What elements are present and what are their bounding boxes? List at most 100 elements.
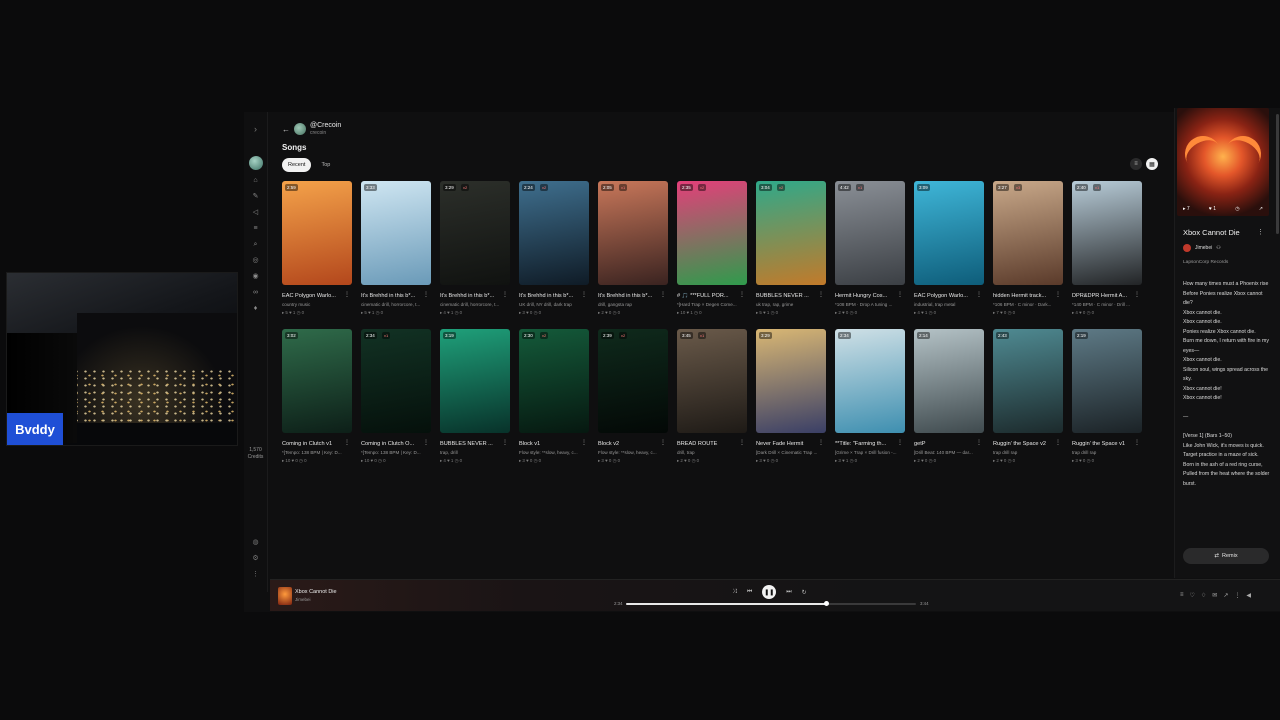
song-title[interactable]: BUBBLES NEVER ... xyxy=(756,293,820,299)
song-cover-art[interactable]: ▸ 7 ♥ 1 ◷ ↗ xyxy=(1177,108,1269,216)
song-thumbnail[interactable]: 2:14 xyxy=(914,329,984,433)
song-title[interactable]: It's Brehhd in this b*... xyxy=(519,293,583,299)
repeat-icon[interactable]: ↻ xyxy=(802,589,807,596)
song-thumbnail[interactable]: 2:59 xyxy=(282,181,352,285)
song-title[interactable]: getP xyxy=(914,441,978,447)
profile-avatar[interactable] xyxy=(294,123,306,135)
song-title[interactable]: Never Fade Hermit xyxy=(756,441,820,447)
more-icon[interactable]: ⋮ xyxy=(1234,592,1240,599)
pause-button[interactable]: ❚❚ xyxy=(762,585,777,599)
list-view-icon[interactable]: ≡ xyxy=(1130,158,1142,170)
tab-recent[interactable]: Recent xyxy=(282,158,312,172)
song-thumbnail[interactable]: 4:42 v1 xyxy=(835,181,905,285)
song-title[interactable]: Block v2 xyxy=(598,441,662,447)
song-card[interactable]: 2:30 v2 Block v1 ⋮ Flow style: **slow, heavy… xyxy=(519,329,589,464)
song-thumbnail[interactable]: 2:34 xyxy=(835,329,905,433)
back-arrow-icon[interactable]: ← xyxy=(282,125,290,134)
song-more-icon[interactable]: ⋮ xyxy=(1134,291,1140,298)
song-card[interactable]: 3:04 v2 BUBBLES NEVER ... ⋮ uk trap, rap, gr… xyxy=(756,181,826,316)
help-icon[interactable]: ◍ xyxy=(244,538,268,546)
queue-icon[interactable]: ≡ xyxy=(1180,592,1184,599)
song-more-icon[interactable]: ⋮ xyxy=(739,439,745,446)
song-title[interactable]: EAC Polygon Warlo... xyxy=(914,293,978,299)
song-thumbnail[interactable]: 2:39 v2 xyxy=(598,329,668,433)
next-icon[interactable]: ⏭ xyxy=(786,589,791,596)
song-title[interactable]: It's Brehhd in this b*... xyxy=(361,293,425,299)
panel-scrollbar[interactable] xyxy=(1276,114,1279,234)
song-more-icon[interactable]: ⋮ xyxy=(818,291,824,298)
volume-icon[interactable]: ◀ xyxy=(1246,592,1251,599)
song-thumbnail[interactable]: 2:40 v1 xyxy=(1072,181,1142,285)
song-thumbnail[interactable]: 3:45 v1 xyxy=(677,329,747,433)
song-more-icon[interactable]: ⋮ xyxy=(897,291,903,298)
more-icon[interactable]: ⋮ xyxy=(244,570,268,578)
song-more-icon[interactable]: ⋮ xyxy=(976,439,982,446)
song-more-icon[interactable]: ⋮ xyxy=(739,291,745,298)
song-card[interactable]: 3:02 Coming in Clutch v1 ⋮ *[Tempo: 138 BPM… xyxy=(282,329,352,464)
song-thumbnail[interactable]: 3:33 xyxy=(361,181,431,285)
song-card[interactable]: 2:05 v1 It's Brehhd in this b*... ⋮ drill, g… xyxy=(598,181,668,316)
like-icon[interactable]: ♡ xyxy=(1190,592,1195,599)
create-icon[interactable]: ✎ xyxy=(251,192,261,202)
share-icon[interactable]: ↗ xyxy=(1223,592,1228,599)
song-thumbnail[interactable]: 3:02 xyxy=(282,329,352,433)
song-thumbnail[interactable]: 3:04 v2 xyxy=(756,181,826,285)
shuffle-icon[interactable]: ⤨ xyxy=(732,589,737,596)
song-title[interactable]: It's Brehhd in this b*... xyxy=(598,293,662,299)
song-more-icon[interactable]: ⋮ xyxy=(660,439,666,446)
song-thumbnail[interactable]: 2:24 v2 xyxy=(519,181,589,285)
song-more-icon[interactable]: ⋮ xyxy=(344,291,350,298)
song-card[interactable]: 3:29 v2 It's Brehhd in this b*... ⋮ cinemati… xyxy=(440,181,510,316)
studio-icon[interactable]: ◁ xyxy=(251,208,261,218)
credits-counter[interactable]: 1,570 Credits xyxy=(244,447,268,461)
song-thumbnail[interactable]: 2:34 v1 xyxy=(361,329,431,433)
song-thumbnail[interactable]: 3:09 xyxy=(914,181,984,285)
explore-icon[interactable]: ◎ xyxy=(251,256,261,266)
song-card[interactable]: 3:27 v3 hidden Hermit track... ⋮ *106 BPM · … xyxy=(993,181,1063,316)
song-more-icon[interactable]: ⋮ xyxy=(423,291,429,298)
song-title[interactable]: BUBBLES NEVER ... xyxy=(440,441,504,447)
song-title[interactable]: # 🎵 ***FULL POR... xyxy=(677,293,741,299)
progress-knob[interactable] xyxy=(824,601,830,606)
song-more-icon[interactable]: ⋮ xyxy=(1055,291,1061,298)
song-card[interactable]: 3:33 It's Brehhd in this b*... ⋮ cinematic … xyxy=(361,181,431,316)
collapse-sidebar-icon[interactable]: › xyxy=(254,124,257,134)
artist-row[interactable]: Jimebei ⚇ xyxy=(1183,244,1221,252)
like-icon[interactable]: ♥ 1 xyxy=(1209,206,1216,212)
song-more-icon[interactable]: ⋮ xyxy=(502,291,508,298)
previous-icon[interactable]: ⏮ xyxy=(747,589,752,596)
user-avatar[interactable] xyxy=(248,156,263,170)
song-more-icon[interactable]: ⋮ xyxy=(976,291,982,298)
player-artist[interactable]: Jimebei xyxy=(295,597,311,602)
song-thumbnail[interactable]: 2:19 xyxy=(1072,329,1142,433)
clock-icon[interactable]: ◷ xyxy=(1235,206,1239,212)
song-title[interactable]: Ruggin' the Space v1 xyxy=(1072,441,1136,447)
song-thumbnail[interactable]: 2:05 v1 xyxy=(598,181,668,285)
song-title[interactable]: **Title: "Farming th... xyxy=(835,441,899,447)
comment-icon[interactable]: ✉ xyxy=(1212,592,1217,599)
player-thumbnail[interactable] xyxy=(278,587,292,605)
song-more-icon[interactable]: ⋮ xyxy=(423,439,429,446)
song-card[interactable]: 2:19 Ruggin' the Space v1 ⋮ trap drill rap ▸… xyxy=(1072,329,1142,464)
notifications-icon[interactable]: ♦ xyxy=(251,304,261,314)
song-card[interactable]: 2:43 Ruggin' the Space v2 ⋮ trap drill rap ▸… xyxy=(993,329,1063,464)
song-thumbnail[interactable]: 2:30 v2 xyxy=(519,329,589,433)
song-card[interactable]: 2:24 v2 It's Brehhd in this b*... ⋮ UK drill… xyxy=(519,181,589,316)
song-card[interactable]: 2:35 v2 # 🎵 ***FULL POR... ⋮ *[Hard Trap × D… xyxy=(677,181,747,316)
profile-name[interactable]: @Crecoin xyxy=(310,122,341,130)
song-card[interactable]: 2:40 v1 DPR&DPR Hermit A... ⋮ *140 BPM · C m… xyxy=(1072,181,1142,316)
song-more-icon[interactable]: ⋮ xyxy=(818,439,824,446)
song-thumbnail[interactable]: 3:19 xyxy=(440,329,510,433)
song-more-icon[interactable]: ⋮ xyxy=(897,439,903,446)
song-card[interactable]: 4:42 v1 Hermit Hungry Cos... ⋮ *108 BPM · Dr… xyxy=(835,181,905,316)
song-more-icon[interactable]: ⋮ xyxy=(581,439,587,446)
grid-view-icon[interactable]: ▦ xyxy=(1146,158,1158,170)
song-title[interactable]: hidden Hermit track... xyxy=(993,293,1057,299)
song-thumbnail[interactable]: 3:27 v3 xyxy=(993,181,1063,285)
radio-icon[interactable]: ◉ xyxy=(251,272,261,282)
hooks-icon[interactable]: ∞ xyxy=(251,288,261,298)
song-title[interactable]: Coming in Clutch v1 xyxy=(282,441,346,447)
song-thumbnail[interactable]: 3:29 xyxy=(756,329,826,433)
song-card[interactable]: 2:14 getP ⋮ [Drill Beat: 140 BPM — dar... ▸ … xyxy=(914,329,984,464)
panel-more-icon[interactable]: ⋮ xyxy=(1257,228,1264,236)
